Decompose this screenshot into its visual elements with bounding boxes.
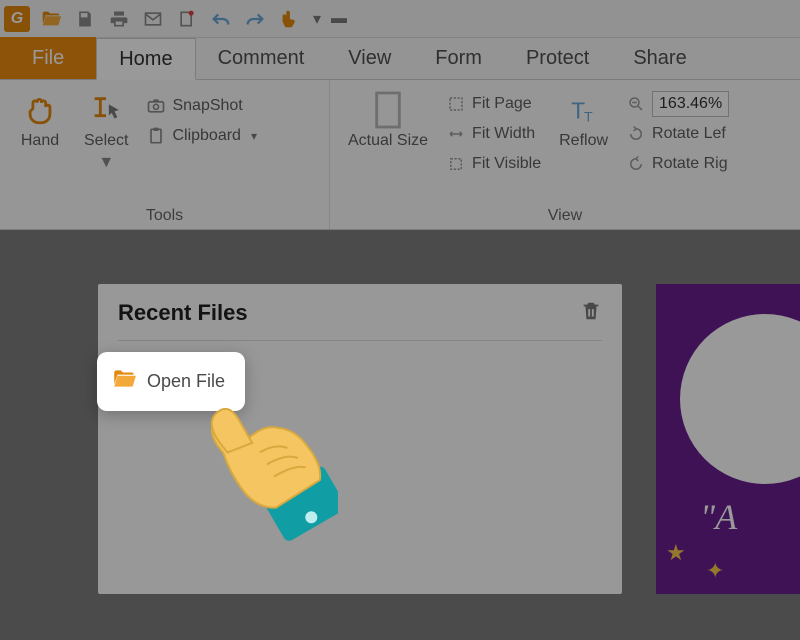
star-icon: ★ (666, 540, 686, 566)
rotate-left-button[interactable]: Rotate Lef (622, 120, 733, 148)
fit-width-button[interactable]: Fit Width (442, 120, 545, 148)
select-cursor-icon (88, 92, 124, 128)
actual-size-button[interactable]: Actual Size (340, 88, 436, 178)
tab-form[interactable]: Form (413, 37, 504, 79)
tab-view[interactable]: View (326, 37, 413, 79)
tab-label: Form (435, 47, 482, 70)
tab-label: Comment (218, 47, 305, 70)
fit-width-icon (446, 124, 466, 144)
clipboard-label: Clipboard (172, 127, 240, 145)
app-logo-char: G (11, 10, 23, 28)
promo-graphic (680, 314, 800, 484)
fit-page-icon (446, 94, 466, 114)
svg-text:T: T (584, 109, 593, 125)
tab-comment[interactable]: Comment (196, 37, 327, 79)
fit-visible-button[interactable]: Fit Visible (442, 150, 545, 178)
tab-label: Protect (526, 47, 589, 70)
rotate-left-icon (626, 124, 646, 144)
fit-visible-icon (446, 154, 466, 174)
fit-width-label: Fit Width (472, 125, 535, 143)
reflow-icon: TT (566, 92, 602, 128)
app-logo: G (4, 6, 30, 32)
select-tool-button[interactable]: Select ▼ (76, 88, 136, 176)
redo-icon[interactable] (242, 6, 268, 32)
open-file-label: Open File (147, 371, 225, 392)
mail-icon[interactable] (140, 6, 166, 32)
zoom-out-icon (626, 94, 646, 114)
fit-visible-label: Fit Visible (472, 155, 541, 173)
hand-tool-button[interactable]: Hand (10, 88, 70, 176)
rotate-right-label: Rotate Rig (652, 155, 728, 173)
actual-size-label: Actual Size (348, 132, 428, 150)
hand-icon (22, 92, 58, 128)
tab-file[interactable]: File (0, 37, 96, 79)
page-icon (370, 92, 406, 128)
rotate-right-button[interactable]: Rotate Rig (622, 150, 733, 178)
rotate-left-label: Rotate Lef (652, 125, 726, 143)
ribbon-group-tools: Hand Select ▼ SnapShot (0, 80, 330, 229)
zoom-input[interactable]: 163.46% (652, 91, 729, 117)
print-icon[interactable] (106, 6, 132, 32)
divider (118, 340, 602, 341)
recent-files-title: Recent Files (118, 300, 602, 326)
star-icon: ✦ (706, 558, 724, 584)
undo-icon[interactable] (208, 6, 234, 32)
group-label-tools: Tools (10, 203, 319, 225)
document-area: Recent Files "A ★ ✦ (0, 230, 800, 640)
chevron-down-icon: ▼ (98, 154, 114, 172)
open-folder-icon[interactable] (38, 6, 64, 32)
save-icon[interactable] (72, 6, 98, 32)
tab-label: Home (119, 48, 172, 71)
tab-protect[interactable]: Protect (504, 37, 611, 79)
qat-dropdown-icon[interactable]: ▾ (310, 6, 324, 32)
reflow-label: Reflow (559, 132, 608, 150)
tab-strip: File Home Comment View Form Protect Shar… (0, 38, 800, 80)
group-label-view: View (340, 203, 790, 225)
tab-home[interactable]: Home (96, 38, 195, 80)
select-label: Select (84, 132, 128, 150)
folder-open-icon (111, 366, 137, 397)
quick-access-toolbar: G ▾ ▬ (0, 0, 800, 38)
fit-page-label: Fit Page (472, 95, 532, 113)
ribbon: Hand Select ▼ SnapShot (0, 80, 800, 230)
ribbon-group-view: Actual Size Fit Page Fit Width Fit Visib… (330, 80, 800, 229)
promo-quote: "A (700, 496, 737, 538)
clipboard-icon (146, 126, 166, 146)
snapshot-button[interactable]: SnapShot (142, 92, 261, 120)
promo-card[interactable]: "A ★ ✦ (656, 284, 800, 594)
new-doc-icon[interactable] (174, 6, 200, 32)
fit-page-button[interactable]: Fit Page (442, 90, 545, 118)
tab-file-label: File (32, 47, 64, 70)
tab-label: Share (633, 47, 686, 70)
trash-icon[interactable] (580, 300, 602, 322)
rotate-right-icon (626, 154, 646, 174)
open-file-button[interactable]: Open File (97, 352, 245, 411)
tab-label: View (348, 47, 391, 70)
camera-icon (146, 96, 166, 116)
zoom-value: 163.46% (659, 95, 722, 113)
tab-share[interactable]: Share (611, 37, 708, 79)
touch-icon[interactable] (276, 6, 302, 32)
snapshot-label: SnapShot (172, 97, 242, 115)
zoom-control[interactable]: 163.46% (622, 90, 733, 118)
qat-minimize-icon[interactable]: ▬ (332, 6, 346, 32)
app-root: G ▾ ▬ File Home Comment View (0, 0, 800, 640)
recent-files-panel: Recent Files (98, 284, 622, 594)
hand-label: Hand (21, 132, 59, 150)
clipboard-button[interactable]: Clipboard (142, 122, 261, 150)
reflow-button[interactable]: TT Reflow (551, 88, 616, 178)
